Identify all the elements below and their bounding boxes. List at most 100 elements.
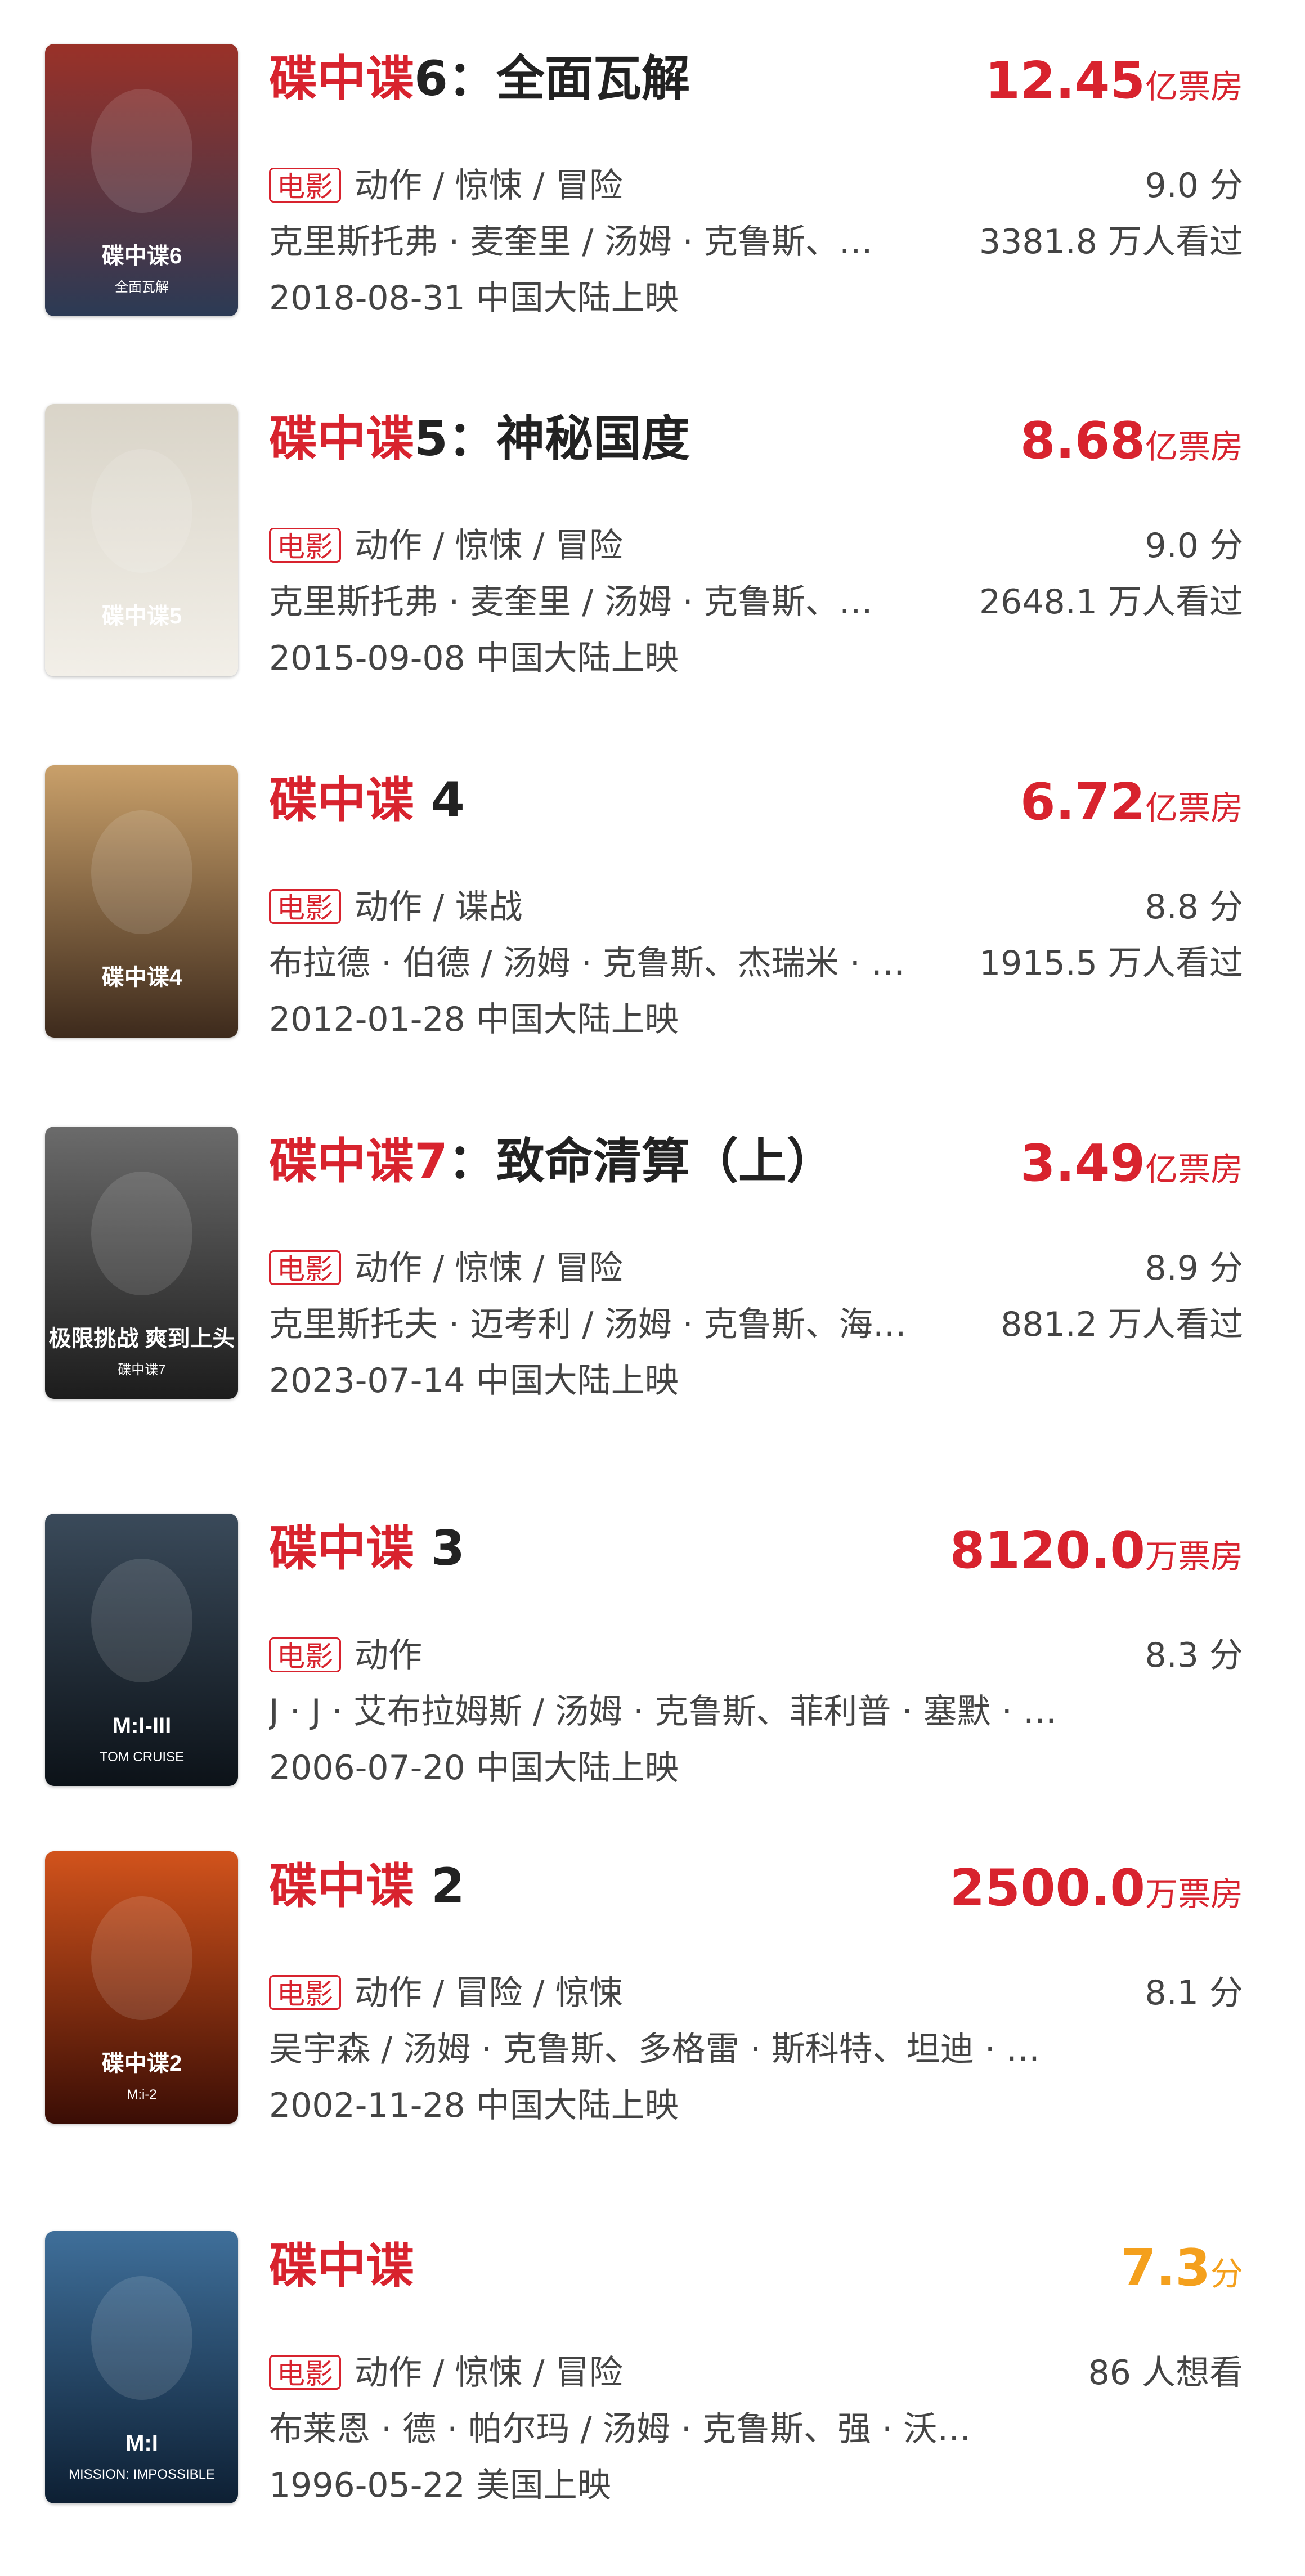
movie-rating: 8.8 分: [1145, 887, 1244, 927]
movie-type-badge: 电影: [269, 2355, 341, 2390]
box-office: 6.72亿票房: [849, 769, 1243, 850]
movie-type-badge: 电影: [269, 889, 341, 925]
movie-genres: 动作 / 惊悚 / 冒险: [355, 166, 623, 205]
box-office-unit: 亿票房: [1145, 789, 1243, 827]
movie-title[interactable]: 碟中谍 2: [269, 1852, 944, 1920]
movie-rating: 9.0 分: [1145, 166, 1244, 205]
movie-poster[interactable]: 碟中谍5: [45, 404, 238, 676]
poster-title-text: M:I-III: [113, 1713, 171, 1738]
box-office-value: 8.68: [1020, 411, 1145, 470]
box-office-value: 6.72: [1020, 773, 1145, 832]
movie-title[interactable]: 碟中谍 4: [269, 766, 944, 834]
movie-cast: 克里斯托夫 · 迈考利 / 汤姆 · 克鲁斯、海…: [269, 1305, 907, 1344]
movie-title-series: 碟中谍: [269, 1858, 414, 1914]
movie-title-subtitle: 4: [414, 772, 465, 828]
movie-list: 碟中谍6 全面瓦解 碟中谍6：全面瓦解 12.45亿票房 电影 动作 / 惊悚 / 冒险 9…: [0, 0, 1305, 2576]
poster-title-text: 碟中谍6: [102, 244, 182, 268]
release-date: 2006-07-20 中国大陆上映: [269, 1748, 679, 1788]
movie-title-subtitle: 5：神秘国度: [414, 411, 690, 467]
movie-genres: 动作 / 惊悚 / 冒险: [355, 1249, 623, 1288]
viewer-count: 881.2 万人看过: [1001, 1305, 1243, 1344]
movie-title-series: 碟中谍: [269, 411, 414, 467]
box-office: 2500.0万票房: [849, 1855, 1243, 1936]
movie-poster[interactable]: 碟中谍6 全面瓦解: [45, 44, 238, 316]
movie-genres: 动作 / 惊悚 / 冒险: [355, 526, 623, 566]
movie-title-subtitle: 6：全面瓦解: [414, 51, 690, 107]
movie-cast: 吴宇森 / 汤姆 · 克鲁斯、多格雷 · 斯科特、坦迪 · …: [269, 2030, 1041, 2069]
movie-title[interactable]: 碟中谍: [269, 2232, 944, 2300]
viewer-count: 3381.8 万人看过: [979, 222, 1243, 262]
movie-type-badge: 电影: [269, 528, 341, 563]
box-office-unit: 分: [1210, 2255, 1243, 2293]
movie-cast: 布拉德 · 伯德 / 汤姆 · 克鲁斯、杰瑞米 · …: [269, 944, 905, 983]
release-date: 2012-01-28 中国大陆上映: [269, 1000, 679, 1039]
movie-rating: 8.9 分: [1145, 1249, 1244, 1288]
box-office-unit: 万票房: [1145, 1875, 1243, 1913]
movie-title-subtitle: 2: [414, 1858, 465, 1914]
movie-title[interactable]: 碟中谍5：神秘国度: [269, 405, 944, 473]
movie-rating: 8.1 分: [1145, 1973, 1244, 2013]
release-date: 2023-07-14 中国大陆上映: [269, 1361, 679, 1401]
poster-subtitle-text: TOM CRUISE: [100, 1749, 184, 1765]
movie-rating: 8.3 分: [1145, 1636, 1244, 1675]
movie-poster[interactable]: 碟中谍2 M:i-2: [45, 1851, 238, 2124]
movie-genres: 动作 / 冒险 / 惊悚: [355, 1973, 623, 2013]
poster-title-text: 极限挑战 爽到上头: [48, 1326, 235, 1351]
poster-subtitle-text: M:i-2: [127, 2087, 156, 2102]
viewer-count: 1915.5 万人看过: [979, 944, 1243, 983]
movie-poster[interactable]: 碟中谍4: [45, 765, 238, 1038]
box-office-unit: 亿票房: [1145, 68, 1243, 106]
movie-title-series: 碟中谍: [269, 2238, 414, 2294]
release-date: 1996-05-22 美国上映: [269, 2466, 611, 2505]
box-office-value: 7.3: [1120, 2238, 1210, 2297]
movie-rating: 86 人想看: [1088, 2353, 1243, 2393]
movie-cast: 克里斯托弗 · 麦奎里 / 汤姆 · 克鲁斯、…: [269, 582, 873, 622]
movie-type-badge: 电影: [269, 1637, 341, 1673]
box-office: 3.49亿票房: [849, 1130, 1243, 1211]
movie-title[interactable]: 碟中谍7：致命清算（上）: [269, 1128, 944, 1195]
movie-title-series: 碟中谍: [269, 772, 414, 828]
box-office: 7.3分: [849, 2234, 1243, 2316]
box-office-unit: 万票房: [1145, 1537, 1243, 1576]
box-office: 12.45亿票房: [849, 47, 1243, 129]
movie-poster[interactable]: M:I MISSION: IMPOSSIBLE: [45, 2231, 238, 2503]
release-date: 2018-08-31 中国大陆上映: [269, 279, 679, 318]
movie-cast: J · J · 艾布拉姆斯 / 汤姆 · 克鲁斯、菲利普 · 塞默 · …: [269, 1692, 1057, 1731]
viewer-count: 2648.1 万人看过: [979, 582, 1243, 622]
movie-type-badge: 电影: [269, 1250, 341, 1286]
box-office-value: 2500.0: [949, 1859, 1145, 1918]
movie-genres: 动作 / 惊悚 / 冒险: [355, 2353, 623, 2393]
box-office: 8120.0万票房: [849, 1517, 1243, 1599]
movie-rating: 9.0 分: [1145, 526, 1244, 566]
movie-poster[interactable]: 极限挑战 爽到上头碟中谍7: [45, 1127, 238, 1399]
movie-type-badge: 电影: [269, 168, 341, 203]
movie-title-subtitle: ：致命清算（上）: [447, 1133, 835, 1190]
box-office-unit: 亿票房: [1145, 1150, 1243, 1188]
box-office-unit: 亿票房: [1145, 428, 1243, 466]
box-office: 8.68亿票房: [849, 407, 1243, 489]
release-date: 2002-11-28 中国大陆上映: [269, 2086, 679, 2125]
box-office-value: 3.49: [1020, 1134, 1145, 1193]
poster-title-text: 碟中谍4: [102, 965, 182, 990]
movie-poster[interactable]: M:I-III TOM CRUISE: [45, 1514, 238, 1786]
box-office-value: 12.45: [985, 51, 1145, 110]
poster-subtitle-text: 碟中谍7: [118, 1362, 165, 1377]
movie-genres: 动作 / 谍战: [355, 887, 523, 927]
movie-cast: 克里斯托弗 · 麦奎里 / 汤姆 · 克鲁斯、…: [269, 222, 873, 262]
movie-title-series: 碟中谍7: [269, 1133, 448, 1190]
movie-type-badge: 电影: [269, 1975, 341, 2010]
box-office-value: 8120.0: [949, 1521, 1145, 1580]
poster-title-text: 碟中谍2: [102, 2051, 182, 2076]
release-date: 2015-09-08 中国大陆上映: [269, 639, 679, 678]
movie-title[interactable]: 碟中谍 3: [269, 1515, 944, 1582]
poster-subtitle-text: 全面瓦解: [115, 280, 169, 295]
movie-title-series: 碟中谍: [269, 1520, 414, 1577]
movie-title-series: 碟中谍: [269, 51, 414, 107]
movie-genres: 动作: [355, 1636, 422, 1675]
poster-title-text: M:I: [125, 2431, 158, 2456]
movie-cast: 布莱恩 · 德 · 帕尔玛 / 汤姆 · 克鲁斯、强 · 沃…: [269, 2409, 971, 2449]
movie-title-subtitle: 3: [414, 1520, 465, 1577]
movie-title[interactable]: 碟中谍6：全面瓦解: [269, 45, 944, 113]
poster-title-text: 碟中谍5: [102, 604, 182, 629]
poster-subtitle-text: MISSION: IMPOSSIBLE: [69, 2467, 215, 2482]
